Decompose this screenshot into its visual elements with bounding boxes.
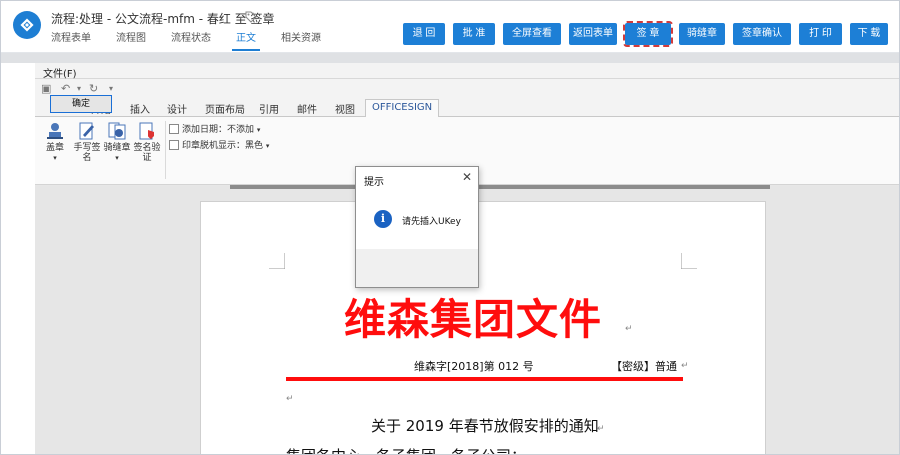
ribbon-tab-view[interactable]: 视图 bbox=[335, 101, 355, 116]
seam-stamp-ribbon-button[interactable]: 骑缝章 ▾ bbox=[103, 121, 131, 163]
verify-label: 签名验证 bbox=[133, 143, 161, 163]
undo-icon[interactable]: ↶ bbox=[61, 83, 70, 95]
header-tabs: 流程表单 流程图 流程状态 正文 相关资源 bbox=[51, 32, 346, 52]
paragraph-mark: ↵ bbox=[286, 394, 294, 404]
tab-resources[interactable]: 相关资源 bbox=[281, 32, 321, 52]
fullscreen-button[interactable]: 全屏查看 bbox=[503, 23, 561, 45]
sign-confirm-button[interactable]: 签章确认 bbox=[733, 23, 791, 45]
app-header: 流程:处理 - 公文流程-mfm - 春红 至 签章 流程表单 流程图 流程状态… bbox=[1, 1, 899, 53]
paragraph-mark: ↵ bbox=[597, 424, 605, 434]
add-date-label: 添加日期：不添加 bbox=[182, 125, 255, 135]
undo-dropdown-icon[interactable]: ▾ bbox=[77, 83, 81, 95]
handwrite-icon bbox=[77, 121, 97, 141]
customize-qat-icon[interactable]: ▾ bbox=[109, 83, 113, 95]
ruler bbox=[230, 185, 770, 189]
dialog-message: 请先插入UKey bbox=[402, 217, 461, 227]
file-menu-bar: 文件(F) bbox=[35, 63, 899, 80]
redo-icon[interactable]: ↻ bbox=[89, 83, 98, 95]
notice-heading: 关于 2019 年春节放假安排的通知 bbox=[371, 417, 599, 435]
document-title: 维森集团文件 bbox=[344, 295, 603, 344]
action-toolbar: 退 回 批 准 全屏查看 返回表单 签 章 骑缝章 签章确认 打 印 下 载 bbox=[403, 21, 888, 47]
tab-status[interactable]: 流程状态 bbox=[171, 32, 211, 52]
seam-stamp-icon bbox=[107, 121, 127, 141]
tag-icon[interactable] bbox=[244, 10, 258, 24]
app-window: 流程:处理 - 公文流程-mfm - 春红 至 签章 流程表单 流程图 流程状态… bbox=[0, 0, 900, 455]
handwrite-sign-button[interactable]: 手写签名 bbox=[73, 121, 101, 163]
red-header-rule bbox=[286, 377, 683, 381]
file-menu[interactable]: 文件(F) bbox=[43, 65, 77, 80]
dialog-title: 提示 bbox=[364, 177, 384, 188]
tab-body-text[interactable]: 正文 bbox=[232, 32, 260, 52]
body-line: 集团各中心、各子集团、各子公司： bbox=[286, 445, 526, 454]
ribbon-tab-mailings[interactable]: 邮件 bbox=[297, 101, 317, 116]
ribbon-separator bbox=[165, 121, 166, 179]
page-title: 流程:处理 - 公文流程-mfm - 春红 至 签章 bbox=[51, 12, 275, 26]
return-button[interactable]: 退 回 bbox=[403, 23, 445, 45]
seam-stamp-button[interactable]: 骑缝章 bbox=[679, 23, 725, 45]
seam-stamp-label: 骑缝章 bbox=[103, 143, 131, 153]
document-number: 维森字[2018]第 012 号 bbox=[414, 360, 534, 373]
secret-level: 【密级】普通 bbox=[611, 360, 677, 373]
calendar-icon bbox=[169, 124, 179, 134]
verify-sign-button[interactable]: 签名验证 bbox=[133, 121, 161, 163]
content-divider bbox=[1, 53, 899, 63]
stamp-icon bbox=[45, 121, 65, 141]
close-icon[interactable]: ✕ bbox=[462, 171, 472, 183]
prompt-dialog: 提示 ✕ i 请先插入UKey bbox=[355, 166, 479, 288]
approve-button[interactable]: 批 准 bbox=[453, 23, 495, 45]
add-date-option[interactable]: 添加日期：不添加 ▾ bbox=[169, 122, 260, 135]
ribbon-tab-references[interactable]: 引用 bbox=[259, 101, 279, 116]
back-to-form-button[interactable]: 返回表单 bbox=[569, 23, 617, 45]
print-button[interactable]: 打 印 bbox=[799, 23, 842, 45]
tab-flowchart[interactable]: 流程图 bbox=[116, 32, 146, 52]
seal-display-icon bbox=[169, 140, 179, 150]
print-seal-option[interactable]: 印章脱机显示：黑色 ▾ bbox=[169, 138, 269, 151]
download-button[interactable]: 下 载 bbox=[850, 23, 888, 45]
paragraph-mark: ↵ bbox=[625, 324, 633, 334]
ribbon-tab-insert[interactable]: 插入 bbox=[130, 101, 150, 116]
sign-button[interactable]: 签 章 bbox=[623, 21, 673, 47]
print-seal-label: 印章脱机显示：黑色 bbox=[182, 141, 264, 151]
ribbon-tab-design[interactable]: 设计 bbox=[167, 101, 187, 116]
handwrite-label: 手写签名 bbox=[73, 143, 101, 163]
ribbon-tab-layout[interactable]: 页面布局 bbox=[205, 101, 245, 116]
info-icon: i bbox=[374, 210, 392, 228]
stamp-label: 盖章 bbox=[45, 143, 64, 153]
tab-form[interactable]: 流程表单 bbox=[51, 32, 91, 52]
stamp-button[interactable]: 盖章 ▾ bbox=[41, 121, 69, 163]
ok-button[interactable]: 确定 bbox=[50, 95, 112, 113]
margin-corner-left bbox=[269, 253, 285, 269]
margin-corner-right bbox=[681, 253, 697, 269]
ribbon-tab-officesign[interactable]: OFFICESIGN bbox=[365, 99, 440, 118]
ribbon-tabs: 开始 插入 设计 页面布局 引用 邮件 视图 OFFICESIGN bbox=[35, 99, 899, 118]
save-icon[interactable]: ▣ bbox=[41, 83, 51, 95]
paragraph-mark: ↵ bbox=[681, 361, 689, 371]
quick-access-toolbar: ▣ ↶ ▾ ↻ ▾ bbox=[35, 79, 899, 99]
app-logo-icon bbox=[13, 11, 41, 39]
dialog-footer bbox=[356, 249, 478, 287]
verify-icon bbox=[137, 121, 157, 141]
